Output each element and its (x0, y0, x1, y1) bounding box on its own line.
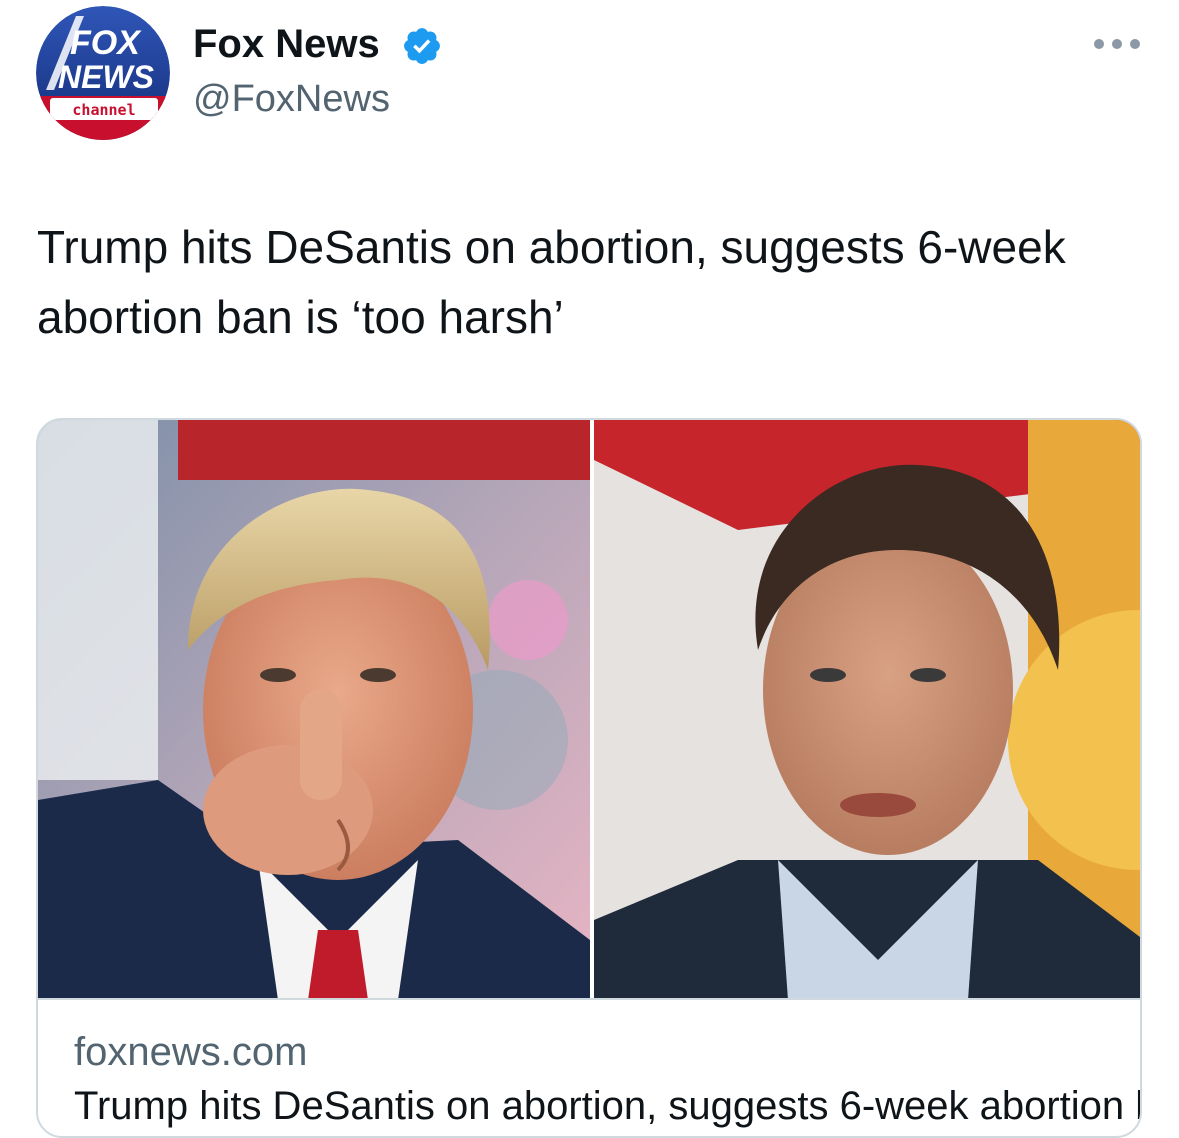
author-avatar[interactable]: FOX NEWS channel (36, 6, 170, 140)
card-title: Trump hits DeSantis on abortion, suggest… (74, 1084, 1140, 1128)
card-domain: foxnews.com (74, 1030, 308, 1074)
more-horizontal-icon[interactable] (1090, 26, 1144, 62)
verified-badge-icon (404, 28, 440, 64)
svg-text:FOX: FOX (70, 24, 142, 62)
card-photo-illustration (38, 420, 1140, 1000)
tweet-text: Trump hits DeSantis on abortion, suggest… (37, 221, 1066, 343)
svg-text:channel: channel (72, 101, 135, 119)
card-divider (38, 998, 1140, 1000)
fox-news-logo: FOX NEWS channel (36, 6, 170, 140)
author-handle[interactable]: @FoxNews (193, 74, 390, 124)
author-name[interactable]: Fox News (193, 18, 380, 70)
card-image (38, 420, 1140, 1000)
link-preview-card[interactable]: foxnews.com Trump hits DeSantis on abort… (36, 418, 1142, 1138)
svg-text:NEWS: NEWS (58, 59, 155, 95)
